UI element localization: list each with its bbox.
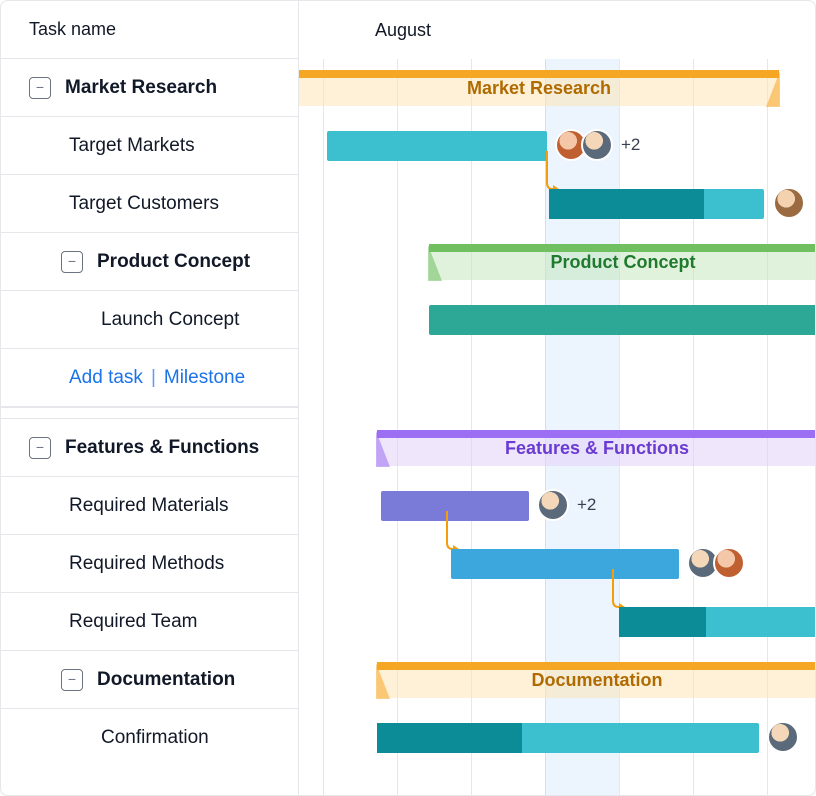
task-bar-target-markets[interactable] <box>327 131 547 161</box>
more-assignees: +2 <box>621 135 640 155</box>
add-task-row: Add task | Milestone <box>1 349 298 407</box>
section-gap <box>1 407 298 419</box>
subgroup-label: Documentation <box>97 669 235 691</box>
group-bar-features[interactable]: Features & Functions <box>377 430 816 466</box>
task-row-confirmation[interactable]: Confirmation <box>1 709 298 767</box>
task-name-header: Task name <box>1 1 298 59</box>
collapse-icon[interactable]: − <box>29 77 51 99</box>
timeline-header: August <box>299 1 815 59</box>
group-label: Market Research <box>65 77 217 99</box>
task-label: Target Markets <box>69 135 195 157</box>
task-name-header-label: Task name <box>29 19 116 40</box>
task-label: Confirmation <box>101 727 209 749</box>
task-label: Required Methods <box>69 553 224 575</box>
avatar[interactable] <box>767 721 799 753</box>
collapse-icon[interactable]: − <box>29 437 51 459</box>
group-bar-label: Product Concept <box>429 244 816 280</box>
gantt-chart-panel: August Market Research <box>299 1 815 795</box>
task-label: Target Customers <box>69 193 219 215</box>
task-row-target-customers[interactable]: Target Customers <box>1 175 298 233</box>
group-bar-label: Features & Functions <box>377 430 816 466</box>
group-bar-product-concept[interactable]: Product Concept <box>429 244 816 280</box>
group-bar-label: Documentation <box>377 662 816 698</box>
subgroup-row-product-concept[interactable]: − Product Concept <box>1 233 298 291</box>
task-label: Launch Concept <box>101 309 239 331</box>
group-label: Features & Functions <box>65 437 259 459</box>
task-bar-required-methods[interactable] <box>451 549 679 579</box>
separator: | <box>151 367 156 389</box>
task-label: Required Materials <box>69 495 228 517</box>
task-row-launch-concept[interactable]: Launch Concept <box>1 291 298 349</box>
group-bar-documentation[interactable]: Documentation <box>377 662 816 698</box>
task-bar-target-customers[interactable] <box>549 189 764 219</box>
avatar[interactable] <box>537 489 569 521</box>
task-row-required-team[interactable]: Required Team <box>1 593 298 651</box>
task-bar-required-materials[interactable] <box>381 491 529 521</box>
group-row-market-research[interactable]: − Market Research <box>1 59 298 117</box>
add-milestone-link[interactable]: Milestone <box>164 367 245 389</box>
add-task-link[interactable]: Add task <box>69 367 143 389</box>
gantt-container: Task name − Market Research Target Marke… <box>0 0 816 796</box>
avatar[interactable] <box>773 187 805 219</box>
avatar[interactable] <box>713 547 745 579</box>
group-row-features[interactable]: − Features & Functions <box>1 419 298 477</box>
task-list-panel: Task name − Market Research Target Marke… <box>1 1 299 795</box>
subgroup-label: Product Concept <box>97 251 250 273</box>
group-bar-label: Market Research <box>299 70 779 106</box>
task-bar-launch-concept[interactable] <box>429 305 816 335</box>
task-row-target-markets[interactable]: Target Markets <box>1 117 298 175</box>
task-row-required-materials[interactable]: Required Materials <box>1 477 298 535</box>
group-bar-market-research[interactable]: Market Research <box>299 70 779 106</box>
avatar[interactable] <box>581 129 613 161</box>
task-bar-confirmation[interactable] <box>377 723 759 753</box>
task-label: Required Team <box>69 611 198 633</box>
collapse-icon[interactable]: − <box>61 251 83 273</box>
month-label: August <box>375 20 431 41</box>
more-assignees: +2 <box>577 495 596 515</box>
chart-area[interactable]: Market Research +2 <box>299 59 815 795</box>
subgroup-row-documentation[interactable]: − Documentation <box>1 651 298 709</box>
collapse-icon[interactable]: − <box>61 669 83 691</box>
task-row-required-methods[interactable]: Required Methods <box>1 535 298 593</box>
task-bar-required-team[interactable] <box>619 607 816 637</box>
